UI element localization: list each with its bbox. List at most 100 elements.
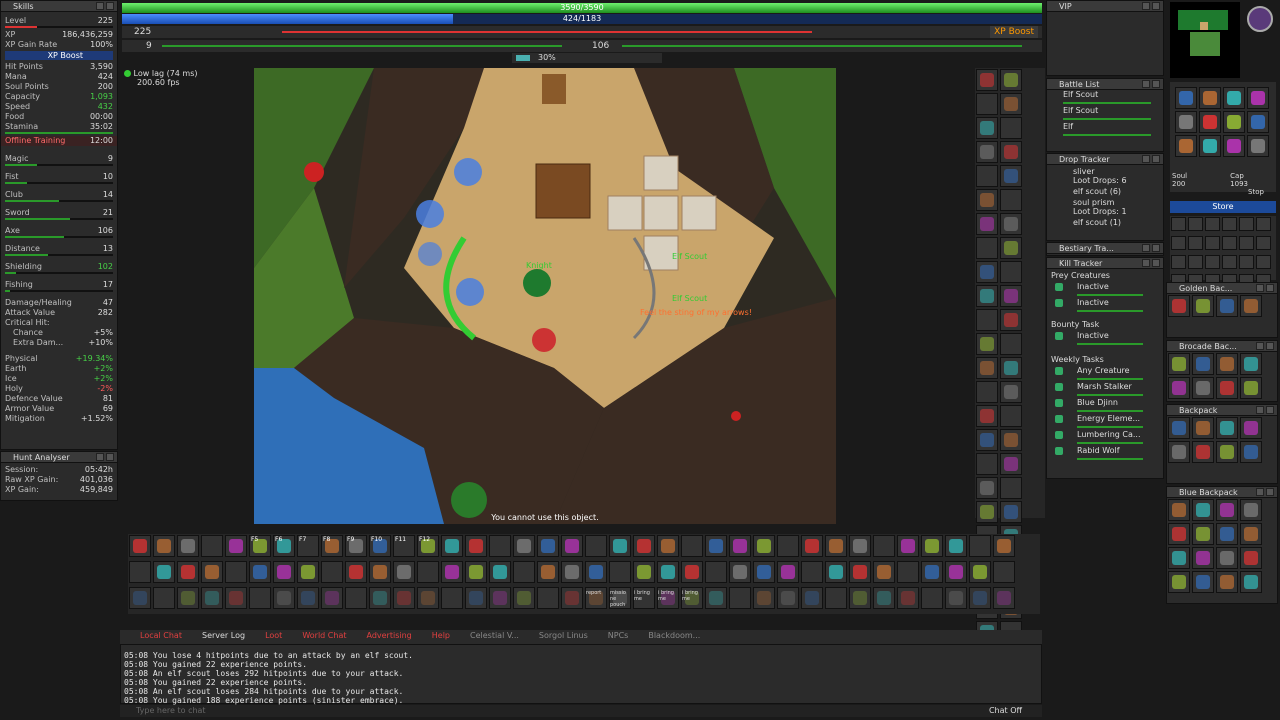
hotkey-slot[interactable] — [273, 587, 295, 609]
hotkey-slot[interactable] — [849, 535, 871, 557]
hotkey-slot[interactable] — [609, 535, 631, 557]
hotkey-slot[interactable] — [609, 561, 631, 583]
hotkey-slot[interactable] — [537, 561, 559, 583]
control-button[interactable] — [1171, 217, 1186, 231]
hotkey-slot[interactable] — [129, 587, 151, 609]
control-button[interactable] — [1188, 217, 1203, 231]
side-hotkey-slot[interactable] — [976, 333, 998, 355]
vip-header[interactable]: VIP — [1047, 1, 1163, 12]
close-icon[interactable] — [1266, 342, 1274, 350]
container-slot[interactable] — [1168, 571, 1190, 593]
prey-entry[interactable]: Inactive — [1047, 298, 1163, 314]
control-button[interactable] — [1171, 236, 1186, 250]
side-hotkey-slot[interactable] — [976, 69, 998, 91]
equipment-slot[interactable] — [1247, 135, 1269, 157]
hotkey-slot[interactable] — [153, 561, 175, 583]
skills-header[interactable]: Skills — [1, 1, 117, 12]
hotkey-slot[interactable] — [921, 587, 943, 609]
equipment-slot[interactable] — [1223, 87, 1245, 109]
hotkey-slot[interactable] — [345, 587, 367, 609]
hotkey-slot[interactable] — [897, 535, 919, 557]
stop-button[interactable]: Stop — [1248, 188, 1264, 196]
hotkey-slot[interactable]: F11 — [393, 535, 415, 557]
chat-tab[interactable]: Sorgol Linus — [529, 630, 598, 642]
side-hotkey-slot[interactable] — [976, 357, 998, 379]
hotkey-slot[interactable] — [825, 535, 847, 557]
container-slot[interactable] — [1168, 353, 1190, 375]
side-hotkey-slot[interactable] — [976, 285, 998, 307]
side-hotkey-slot[interactable] — [1000, 93, 1022, 115]
close-icon[interactable] — [106, 453, 114, 461]
hotkey-slot[interactable]: F5 — [249, 535, 271, 557]
minimize-icon[interactable] — [1256, 284, 1264, 292]
hotkey-slot[interactable] — [441, 587, 463, 609]
hotkey-slot[interactable] — [801, 587, 823, 609]
weekly-entry[interactable]: Blue Djinn — [1047, 398, 1163, 414]
hotkey-slot[interactable] — [249, 587, 271, 609]
hotkey-slot[interactable] — [537, 535, 559, 557]
side-hotkey-slot[interactable] — [1000, 405, 1022, 427]
hotkey-slot[interactable]: i bring me — [681, 587, 703, 609]
minimap[interactable] — [1170, 2, 1240, 78]
hotkey-slot[interactable] — [801, 535, 823, 557]
side-hotkey-slot[interactable] — [976, 141, 998, 163]
hotkey-slot[interactable] — [129, 535, 151, 557]
minimize-icon[interactable] — [1142, 244, 1150, 252]
hotkey-slot[interactable] — [753, 587, 775, 609]
equipment-slot[interactable] — [1199, 135, 1221, 157]
container-slot[interactable] — [1168, 377, 1190, 399]
drop-tracker-header[interactable]: Drop Tracker — [1047, 154, 1163, 165]
side-hotkey-slot[interactable] — [976, 381, 998, 403]
hotkey-slot[interactable] — [561, 587, 583, 609]
hotkey-slot[interactable] — [729, 561, 751, 583]
container-header[interactable]: Backpack — [1167, 405, 1277, 416]
hotkey-slot[interactable] — [369, 561, 391, 583]
minimize-icon[interactable] — [1256, 488, 1264, 496]
battle-list-entry[interactable]: Elf Scout — [1047, 90, 1163, 106]
hotkey-slot[interactable] — [177, 587, 199, 609]
side-hotkey-slot[interactable] — [1000, 117, 1022, 139]
hotkey-slot[interactable] — [273, 561, 295, 583]
side-hotkey-slot[interactable] — [976, 453, 998, 475]
hotkey-slot[interactable]: i bring me — [633, 587, 655, 609]
chat-tab[interactable]: NPCs — [598, 630, 639, 642]
hotkey-slot[interactable] — [489, 561, 511, 583]
creature-name-2[interactable]: Elf Scout — [672, 294, 707, 303]
container-slot[interactable] — [1168, 417, 1190, 439]
equipment-slot[interactable] — [1199, 87, 1221, 109]
hotkey-slot[interactable] — [825, 561, 847, 583]
chat-input[interactable]: Type here to chat — [136, 706, 206, 715]
equipment-slot[interactable] — [1223, 111, 1245, 133]
equipment-slot[interactable] — [1199, 111, 1221, 133]
weekly-entry[interactable]: Rabid Wolf — [1047, 446, 1163, 462]
hotkey-slot[interactable] — [825, 587, 847, 609]
close-icon[interactable] — [1266, 406, 1274, 414]
side-hotkey-slot[interactable] — [1000, 237, 1022, 259]
hotkey-slot[interactable] — [777, 587, 799, 609]
hotkey-slot[interactable]: report — [585, 587, 607, 609]
battle-list-entry[interactable]: Elf — [1047, 122, 1163, 138]
container-slot[interactable] — [1216, 547, 1238, 569]
container-slot[interactable] — [1216, 523, 1238, 545]
close-icon[interactable] — [1152, 2, 1160, 10]
side-hotkey-slot[interactable] — [976, 309, 998, 331]
hotkey-slot[interactable] — [369, 587, 391, 609]
container-slot[interactable] — [1216, 417, 1238, 439]
container-slot[interactable] — [1168, 441, 1190, 463]
container-slot[interactable] — [1216, 441, 1238, 463]
minimize-icon[interactable] — [1142, 2, 1150, 10]
side-hotkey-slot[interactable] — [1000, 189, 1022, 211]
minimize-icon[interactable] — [1142, 259, 1150, 267]
control-button[interactable] — [1205, 217, 1220, 231]
equipment-slot[interactable] — [1223, 135, 1245, 157]
side-hotkey-slot[interactable] — [1000, 165, 1022, 187]
container-header[interactable]: Brocade Bac... — [1167, 341, 1277, 352]
minimize-icon[interactable] — [1142, 80, 1150, 88]
hotkey-slot[interactable] — [537, 587, 559, 609]
chat-tab[interactable]: Celestial V... — [460, 630, 529, 642]
side-hotkey-slot[interactable] — [976, 405, 998, 427]
side-hotkey-slot[interactable] — [976, 93, 998, 115]
container-slot[interactable] — [1192, 499, 1214, 521]
game-map[interactable] — [254, 68, 836, 524]
minimize-icon[interactable] — [1256, 342, 1264, 350]
